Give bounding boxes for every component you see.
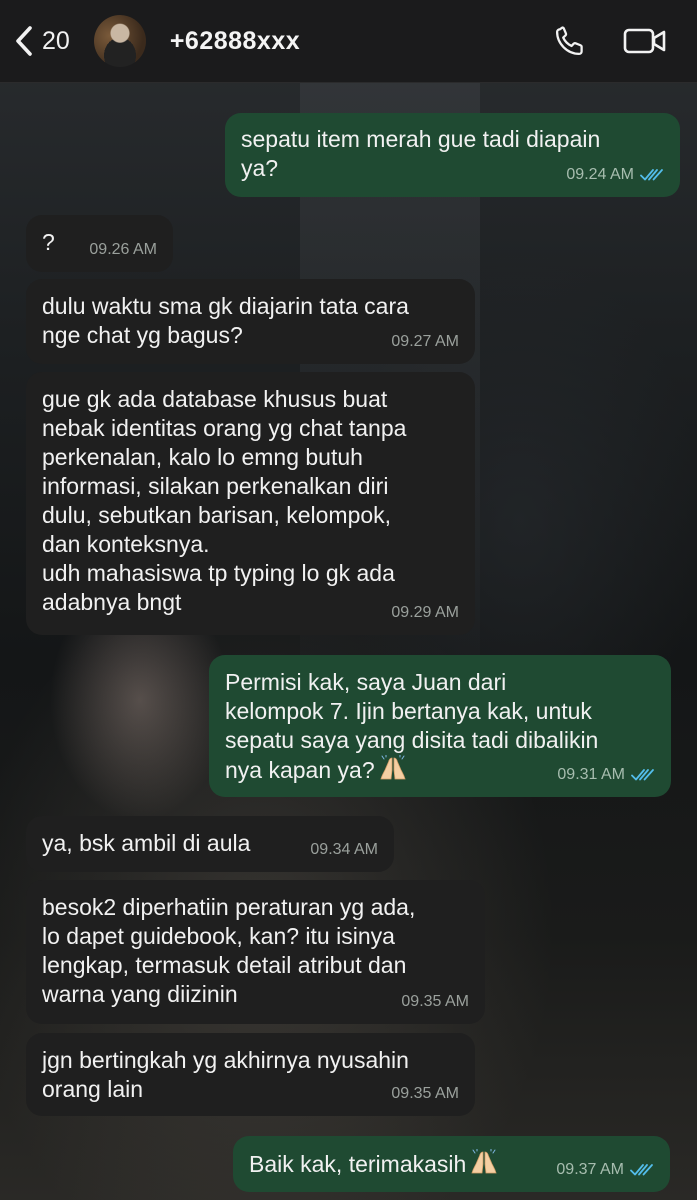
message-bubble-incoming[interactable]: dulu waktu sma gk diajarin tata cara nge… <box>26 279 475 364</box>
message-bubble-outgoing[interactable]: Permisi kak, saya Juan dari kelompok 7. … <box>209 655 671 797</box>
message-meta: 09.31 AM <box>557 760 655 789</box>
contact-name[interactable]: +62888xxx <box>170 27 300 56</box>
chat-header: 20 +62888xxx <box>0 0 697 83</box>
message-meta: 09.24 AM <box>566 160 664 189</box>
message-time: 09.34 AM <box>310 841 378 858</box>
chevron-left-icon <box>16 26 32 56</box>
message-bubble-incoming[interactable]: gue gk ada database khusus buat nebak id… <box>26 372 475 635</box>
contact-avatar[interactable] <box>93 15 146 67</box>
message-time: 09.31 AM <box>557 766 625 783</box>
message-bubble-incoming[interactable]: ? 09.26 AM <box>26 215 173 272</box>
message-bubble-incoming[interactable]: jgn bertingkah yg akhirnya nyusahin oran… <box>26 1033 475 1116</box>
back-button[interactable]: 20 <box>14 25 70 57</box>
message-time: 09.27 AM <box>391 333 459 350</box>
message-bubble-outgoing[interactable]: sepatu item merah gue tadi diapain ya? 0… <box>225 113 680 197</box>
message-meta: 09.35 AM <box>391 1079 459 1108</box>
phone-icon <box>555 26 583 56</box>
double-check-icon <box>630 1163 653 1175</box>
chat-screen: 20 +62888xxx sepatu item merah gue tadi … <box>0 0 697 1200</box>
double-check-icon <box>640 168 663 180</box>
folded-hands-emoji <box>380 755 406 780</box>
unread-count: 20 <box>42 26 70 55</box>
message-bubble-incoming[interactable]: besok2 diperhatiin peraturan yg ada, lo … <box>26 880 485 1024</box>
message-time: 09.35 AM <box>401 993 469 1010</box>
message-meta: 09.29 AM <box>391 598 459 627</box>
message-text: gue gk ada database khusus buat nebak id… <box>42 386 407 615</box>
message-meta: 09.35 AM <box>401 987 469 1016</box>
message-time: 09.29 AM <box>391 604 459 621</box>
video-call-button[interactable] <box>623 26 667 56</box>
message-time: 09.35 AM <box>391 1085 459 1102</box>
double-check-icon <box>631 768 654 780</box>
message-meta: 09.34 AM <box>310 835 378 864</box>
message-time: 09.24 AM <box>566 166 634 183</box>
message-meta: 09.37 AM <box>556 1155 654 1184</box>
voice-call-button[interactable] <box>553 24 587 58</box>
message-text: Baik kak, terimakasih <box>249 1151 467 1177</box>
message-time: 09.37 AM <box>556 1161 624 1178</box>
message-meta: 09.27 AM <box>391 327 459 356</box>
message-meta: 09.26 AM <box>89 235 157 264</box>
header-actions <box>553 24 667 58</box>
message-bubble-incoming[interactable]: ya, bsk ambil di aula 09.34 AM <box>26 816 394 872</box>
video-camera-icon <box>623 28 666 54</box>
message-time: 09.26 AM <box>89 241 157 258</box>
message-text: Permisi kak, saya Juan dari kelompok 7. … <box>225 669 599 783</box>
message-bubble-outgoing[interactable]: Baik kak, terimakasih 09.37 AM <box>233 1136 670 1192</box>
folded-hands-emoji <box>471 1149 497 1174</box>
